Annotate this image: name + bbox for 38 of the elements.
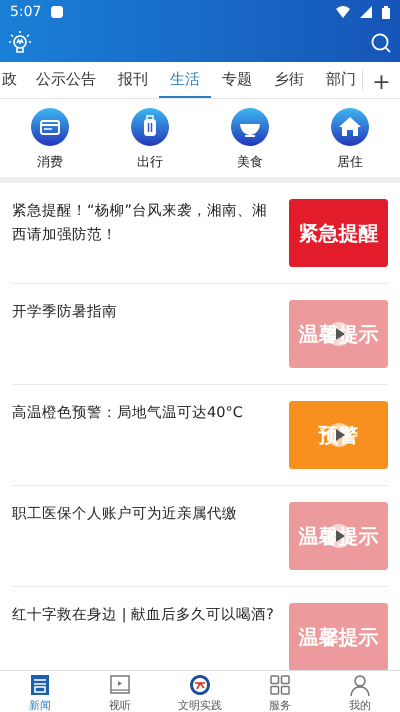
news-thumbnail: 温馨提示: [289, 603, 388, 670]
card-icon: [30, 107, 70, 147]
status-time: 5:07: [10, 4, 42, 20]
signal-icon: [360, 6, 372, 18]
lightbulb-icon[interactable]: [8, 30, 32, 56]
nav-tab[interactable]: 我的: [320, 671, 400, 712]
house-icon: [330, 107, 370, 147]
luggage-icon: [130, 107, 170, 147]
news-icon: [28, 673, 52, 697]
nav-tab[interactable]: 文明实践: [160, 671, 240, 712]
news-title[interactable]: 紧急提醒！“杨柳”台风来袭，湘南、湘西请加强防范！: [12, 199, 277, 247]
nav-tab[interactable]: 新闻: [0, 671, 80, 712]
notification-icon: [51, 6, 64, 18]
category-tab[interactable]: 生活: [159, 62, 211, 98]
category-shortcut[interactable]: 出行: [100, 107, 200, 171]
person-icon: [348, 673, 372, 697]
category-tab[interactable]: 政: [0, 62, 25, 98]
news-title[interactable]: 高温橙色预警：局地气温可达40°C: [12, 401, 277, 425]
nav-tab[interactable]: 视听: [80, 671, 160, 712]
category-shortcut[interactable]: 消费: [0, 107, 100, 171]
category-tab[interactable]: 乡街: [263, 62, 315, 98]
wifi-icon: [336, 6, 350, 18]
search-icon[interactable]: [370, 32, 392, 54]
news-title[interactable]: 开学季防暑指南: [12, 300, 277, 324]
nav-tab[interactable]: 服务: [240, 671, 320, 712]
video-icon: [108, 673, 132, 697]
news-title[interactable]: 红十字救在身边 | 献血后多久可以喝酒?: [12, 603, 277, 627]
bowl-icon: [230, 107, 270, 147]
category-tab[interactable]: 公示公告: [25, 62, 107, 98]
category-tab[interactable]: 专题: [211, 62, 263, 98]
category-shortcut[interactable]: 美食: [200, 107, 300, 171]
grid-icon: [268, 673, 292, 697]
category-shortcut[interactable]: 居住: [300, 107, 400, 171]
category-tab[interactable]: 报刊: [107, 62, 159, 98]
news-thumbnail: 紧急提醒: [289, 199, 388, 267]
battery-icon: [382, 6, 390, 18]
news-title[interactable]: 职工医保个人账户可为近亲属代缴: [12, 502, 277, 526]
category-tab[interactable]: 部门: [315, 62, 362, 98]
